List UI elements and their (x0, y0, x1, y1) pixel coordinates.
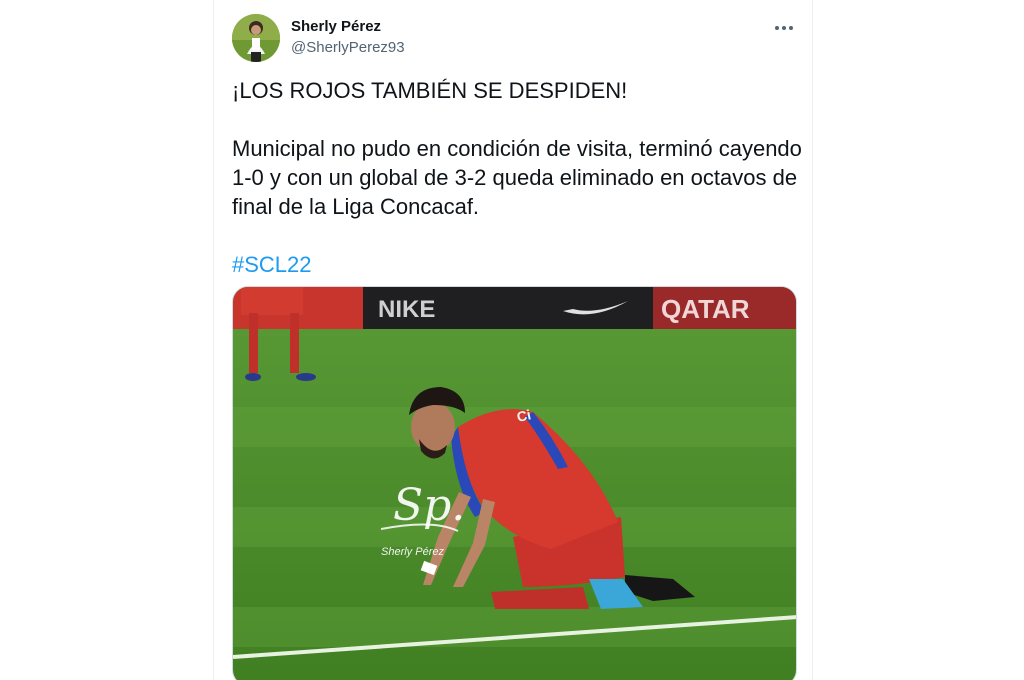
more-dots-icon (789, 26, 793, 30)
tweet-author: Sherly Pérez @SherlyPerez93 (291, 17, 405, 58)
author-name[interactable]: Sherly Pérez (291, 17, 405, 37)
tweet-headline: ¡LOS ROJOS TAMBIÉN SE DESPIDEN! (232, 78, 628, 103)
tweet-body: Municipal no pudo en condición de visita… (232, 136, 802, 219)
ad-banner: NIKE QATAR (233, 287, 796, 329)
tweet-text: ¡LOS ROJOS TAMBIÉN SE DESPIDEN! Municipa… (232, 76, 802, 279)
banner-text-left: NIKE (378, 296, 435, 323)
more-dots-icon (782, 26, 786, 30)
more-options-button[interactable] (770, 14, 798, 42)
watermark-monogram: Sp. (393, 480, 465, 531)
watermark-name: Sherly Pérez (381, 546, 444, 558)
avatar[interactable] (232, 14, 280, 62)
page: Sherly Pérez @SherlyPerez93 ¡LOS ROJOS T… (0, 0, 1024, 680)
tweet-card[interactable]: Sherly Pérez @SherlyPerez93 ¡LOS ROJOS T… (213, 0, 813, 680)
banner-text-right: QATAR (661, 294, 750, 324)
tweet-photo[interactable]: NIKE QATAR Ci Sp. Sherly Pérez (232, 286, 797, 680)
hashtag-link[interactable]: #SCL22 (232, 252, 312, 277)
more-dots-icon (775, 26, 779, 30)
author-handle[interactable]: @SherlyPerez93 (291, 38, 405, 58)
